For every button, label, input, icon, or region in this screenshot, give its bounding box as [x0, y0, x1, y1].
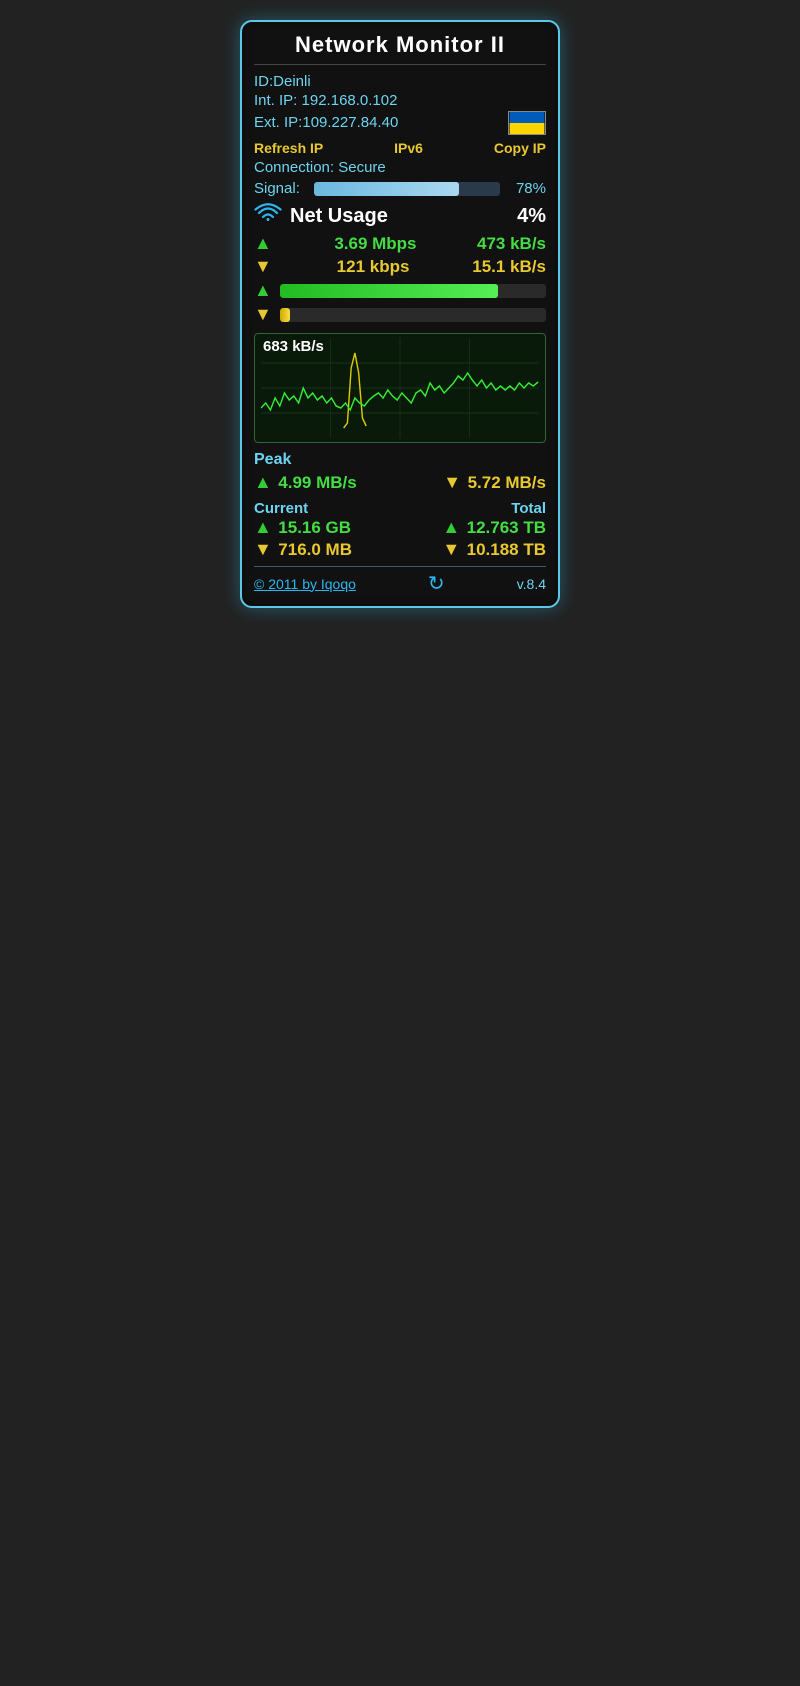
total-upload-value: 12.763 TB	[467, 518, 546, 537]
current-download-value: 716.0 MB	[278, 540, 352, 559]
int-ip-line: Int. IP: 192.168.0.102	[254, 92, 546, 109]
peak-download-group: ▼ 5.72 MB/s	[443, 472, 546, 493]
download-bar-background	[280, 308, 546, 322]
current-total-header: Current Total	[254, 496, 546, 517]
upload-bar-fill	[280, 284, 498, 298]
upload-total-row: ▲ 15.16 GB ▲ 12.763 TB	[254, 517, 546, 538]
ipv6-button[interactable]: IPv6	[394, 140, 423, 156]
ext-ip-line: Ext. IP: 109.227.84.40	[254, 114, 398, 131]
refresh-icon[interactable]: ↻	[428, 571, 445, 596]
current-download-group: ▼ 716.0 MB	[254, 539, 352, 560]
current-upload-value: 15.16 GB	[278, 518, 351, 537]
refresh-ip-button[interactable]: Refresh IP	[254, 140, 323, 156]
footer-link[interactable]: © 2011 by Iqoqo	[254, 576, 356, 592]
peak-download-arrow-icon: ▼	[443, 472, 461, 492]
current-label: Current	[254, 500, 308, 517]
upload-speed-kbs: 473 kB/s	[477, 234, 546, 254]
int-ip-value: 192.168.0.102	[302, 92, 398, 109]
chart-speed-label: 683 kB/s	[263, 338, 324, 355]
download-arrow-icon: ▼	[254, 256, 272, 277]
flag-ukraine	[508, 111, 546, 135]
peak-download-value: 5.72 MB/s	[468, 473, 546, 492]
id-label: ID:	[254, 73, 273, 90]
peak-upload-value: 4.99 MB/s	[278, 473, 356, 492]
current-download-arrow-icon: ▼	[254, 539, 272, 559]
download-speed-kbps: 121 kbps	[337, 257, 410, 277]
download-speed-kbs: 15.1 kB/s	[472, 257, 546, 277]
wifi-icon	[254, 203, 282, 229]
copy-ip-button[interactable]: Copy IP	[494, 140, 546, 156]
download-bar-fill	[280, 308, 291, 322]
download-speed-row: ▼ 121 kbps 15.1 kB/s	[254, 256, 546, 277]
connection-line: Connection: Secure	[254, 159, 546, 176]
total-download-value: 10.188 TB	[467, 540, 546, 559]
download-total-row: ▼ 716.0 MB ▼ 10.188 TB	[254, 539, 546, 560]
total-upload-group: ▲ 12.763 TB	[442, 517, 546, 538]
download-bar-row: ▼	[254, 304, 546, 325]
upload-bar-row: ▲	[254, 280, 546, 301]
footer-row: © 2011 by Iqoqo ↻ v.8.4	[254, 566, 546, 596]
action-row: Refresh IP IPv6 Copy IP	[254, 140, 546, 156]
upload-arrow-icon: ▲	[254, 233, 272, 254]
upload-speed-mbps: 3.69 Mbps	[334, 234, 416, 254]
chart-section: 683 kB/s	[254, 333, 546, 443]
ext-ip-label: Ext. IP:	[254, 114, 302, 131]
peak-label: Peak	[254, 451, 546, 469]
network-monitor-widget: Network Monitor II ID:Deinli Int. IP: 19…	[240, 20, 560, 608]
signal-bar-background	[314, 182, 500, 196]
download-bar-arrow-icon: ▼	[254, 304, 272, 325]
upload-speed-row: ▲ 3.69 Mbps 473 kB/s	[254, 233, 546, 254]
upload-bar-background	[280, 284, 546, 298]
total-upload-arrow-icon: ▲	[442, 517, 460, 537]
net-usage-row: Net Usage 4%	[254, 203, 546, 229]
signal-row: Signal: 78%	[254, 180, 546, 197]
net-usage-percent: 4%	[517, 205, 546, 228]
total-label: Total	[511, 500, 546, 517]
ext-ip-value: 109.227.84.40	[302, 114, 398, 131]
connection-label: Connection:	[254, 159, 334, 176]
version-label: v.8.4	[517, 576, 546, 592]
total-download-arrow-icon: ▼	[442, 539, 460, 559]
current-upload-arrow-icon: ▲	[254, 517, 272, 537]
peak-upload-group: ▲ 4.99 MB/s	[254, 472, 357, 493]
id-line: ID:Deinli	[254, 73, 546, 90]
net-usage-label: Net Usage	[290, 205, 509, 228]
current-upload-group: ▲ 15.16 GB	[254, 517, 351, 538]
connection-value: Secure	[338, 159, 386, 176]
signal-percent: 78%	[508, 180, 546, 197]
signal-label: Signal:	[254, 180, 306, 197]
upload-bar-arrow-icon: ▲	[254, 280, 272, 301]
int-ip-label: Int. IP:	[254, 92, 297, 109]
id-value: Deinli	[273, 73, 311, 90]
widget-title: Network Monitor II	[254, 32, 546, 65]
peak-upload-arrow-icon: ▲	[254, 472, 272, 492]
total-download-group: ▼ 10.188 TB	[442, 539, 546, 560]
peak-row: ▲ 4.99 MB/s ▼ 5.72 MB/s	[254, 472, 546, 493]
signal-bar-fill	[314, 182, 459, 196]
ext-ip-row: Ext. IP: 109.227.84.40	[254, 111, 546, 135]
